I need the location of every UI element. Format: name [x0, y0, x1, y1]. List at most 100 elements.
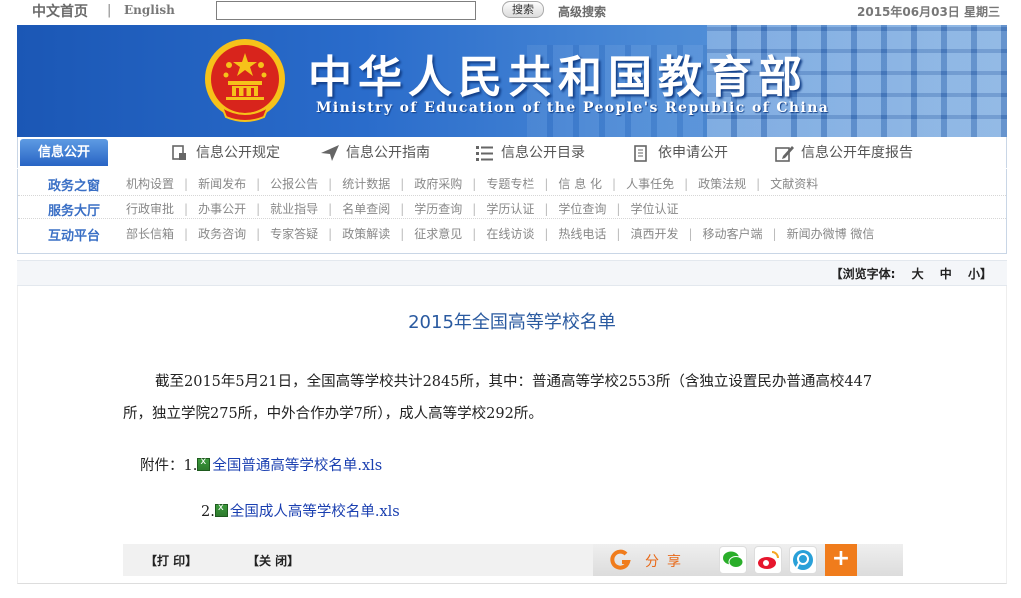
font-medium-button[interactable]: 中	[940, 267, 952, 281]
attachment-number: 2.	[201, 504, 215, 520]
category-link[interactable]: 统计数据	[342, 177, 390, 191]
attachment-1: 附件：1. 全国普通高等学校名单.xls	[140, 454, 382, 475]
category-link[interactable]: 热线电话	[558, 227, 606, 241]
font-size-controls: 【浏览字体: 大 中 小】	[831, 265, 992, 282]
link-divider: |	[328, 227, 333, 241]
link-divider: |	[616, 227, 621, 241]
nav-item-disclosure-catalog[interactable]: 信息公开目录	[475, 142, 605, 164]
share-bar: 分享 +	[593, 544, 903, 576]
category-link[interactable]: 学历查询	[414, 202, 462, 216]
category-link[interactable]: 专家答疑	[270, 227, 318, 241]
category-link[interactable]: 学位查询	[558, 202, 606, 216]
category-link[interactable]: 新闻发布	[198, 177, 246, 191]
link-divider: |	[184, 227, 189, 241]
font-large-button[interactable]: 大	[912, 267, 924, 281]
category-links: 部长信箱 | 政务咨询 | 专家答疑 | 政策解读 | 征求意见 | 在线访谈 | 热线电话 | 滇西开发 |…	[126, 225, 874, 242]
link-divider: |	[756, 177, 761, 191]
category-links: 行政审批 | 办事公开 | 就业指导 | 名单查阅 | 学历查询 | 学历认证 | 学位查询 | 学位认证	[126, 200, 678, 217]
font-size-bar: 【浏览字体: 大 中 小】	[17, 260, 1007, 286]
link-divider: |	[184, 202, 189, 216]
link-divider: |	[400, 177, 405, 191]
notepad-icon	[634, 145, 647, 162]
link-divider: |	[256, 177, 261, 191]
edit-icon	[775, 146, 794, 162]
header-banner: 中华人民共和国教育部 Ministry of Education of the …	[17, 25, 1007, 137]
link-divider: |	[328, 202, 333, 216]
link-divider: |	[472, 227, 477, 241]
attachment-2: 2. 全国成人高等学校名单.xls	[201, 500, 400, 521]
category-link[interactable]: 办事公开	[198, 202, 246, 216]
nav-item-apply-disclosure[interactable]: 依申请公开	[632, 142, 752, 164]
category-row-interaction: 互动平台 部长信箱 | 政务咨询 | 专家答疑 | 政策解读 | 征求意见 | 在线访谈 | 热线电话 |…	[18, 221, 1006, 245]
ministry-title-english: Ministry of Education of the People's Re…	[316, 100, 830, 116]
article-area: 2015年全国高等学校名单 截至2015年5月21日，全国高等学校共计2845所…	[17, 286, 1007, 584]
info-disclosure-nav: 信息公开 信息公开规定 信息公开指南 信息公开目录 依申请公开 信息公开年度报告	[17, 137, 1007, 168]
category-link[interactable]: 行政审批	[126, 202, 174, 216]
chinese-home-link[interactable]: 中文首页	[32, 1, 88, 21]
link-divider: |	[400, 227, 405, 241]
nav-item-disclosure-rules[interactable]: 信息公开规定	[170, 142, 290, 164]
document-lock-icon	[172, 145, 186, 160]
nav-item-annual-report[interactable]: 信息公开年度报告	[775, 142, 935, 164]
link-divider: |	[772, 227, 777, 241]
list-icon	[476, 146, 493, 161]
category-link[interactable]: 名单查阅	[342, 202, 390, 216]
category-link[interactable]: 政务咨询	[198, 227, 246, 241]
nav-item-label: 依申请公开	[658, 145, 728, 161]
nav-item-label: 信息公开规定	[196, 145, 280, 161]
attachment-link[interactable]: 全国普通高等学校名单.xls	[212, 458, 382, 474]
nav-item-label: 信息公开目录	[501, 145, 585, 161]
wechat-share-icon[interactable]	[719, 546, 747, 574]
print-button[interactable]: 【打 印】	[145, 552, 197, 569]
english-link[interactable]: English	[124, 3, 175, 17]
category-link[interactable]: 公报公告	[270, 177, 318, 191]
category-link[interactable]: 政策法规	[698, 177, 746, 191]
font-size-label: 【浏览字体:	[830, 267, 896, 281]
advanced-search-link[interactable]: 高级搜索	[558, 3, 606, 20]
font-small-button[interactable]: 小】	[968, 267, 992, 281]
category-link[interactable]: 政策解读	[342, 227, 390, 241]
top-separator: |	[107, 3, 112, 18]
link-divider: |	[256, 227, 261, 241]
nav-item-label: 信息公开年度报告	[801, 145, 913, 161]
info-disclosure-tab[interactable]: 信息公开	[20, 139, 108, 166]
share-label: 分享	[645, 554, 689, 570]
category-row-services: 服务大厅 行政审批 | 办事公开 | 就业指导 | 名单查阅 | 学历查询 | 学历认证 | 学位查询 |…	[18, 195, 1006, 219]
close-button[interactable]: 【关 闭】	[247, 552, 299, 569]
link-divider: |	[612, 177, 617, 191]
link-divider: |	[688, 227, 693, 241]
category-link[interactable]: 滇西开发	[630, 227, 678, 241]
national-emblem-icon	[205, 39, 285, 122]
category-link[interactable]: 信 息 化	[558, 177, 602, 191]
category-link[interactable]: 部长信箱	[126, 227, 174, 241]
category-link[interactable]: 就业指导	[270, 202, 318, 216]
tencent-weibo-share-icon[interactable]	[789, 546, 817, 574]
more-share-button[interactable]: +	[825, 544, 857, 576]
attachment-link[interactable]: 全国成人高等学校名单.xls	[230, 504, 400, 520]
category-link[interactable]: 专题专栏	[486, 177, 534, 191]
link-divider: |	[328, 177, 333, 191]
link-divider: |	[544, 202, 549, 216]
category-link[interactable]: 学位认证	[630, 202, 678, 216]
category-link[interactable]: 政府采购	[414, 177, 462, 191]
article-title: 2015年全国高等学校名单	[408, 312, 616, 333]
category-link[interactable]: 新闻办微博 微信	[787, 227, 875, 241]
link-divider: |	[616, 202, 621, 216]
nav-item-disclosure-guide[interactable]: 信息公开指南	[320, 142, 450, 164]
category-link[interactable]: 学历认证	[486, 202, 534, 216]
category-link[interactable]: 移动客户端	[703, 227, 763, 241]
category-link[interactable]: 在线访谈	[486, 227, 534, 241]
paper-plane-icon	[321, 145, 339, 161]
nav-item-label: 信息公开指南	[346, 145, 430, 161]
category-link[interactable]: 人事任免	[626, 177, 674, 191]
link-divider: |	[472, 202, 477, 216]
category-link[interactable]: 机构设置	[126, 177, 174, 191]
search-button[interactable]: 搜索	[502, 1, 544, 18]
category-link[interactable]: 文献资料	[770, 177, 818, 191]
weibo-share-icon[interactable]	[754, 546, 782, 574]
category-link[interactable]: 征求意见	[414, 227, 462, 241]
search-input[interactable]	[216, 1, 476, 20]
category-links: 机构设置 | 新闻发布 | 公报公告 | 统计数据 | 政府采购 | 专题专栏 | 信 息 化 | 人事任免…	[126, 175, 818, 192]
excel-file-icon	[214, 502, 228, 517]
link-divider: |	[184, 177, 189, 191]
